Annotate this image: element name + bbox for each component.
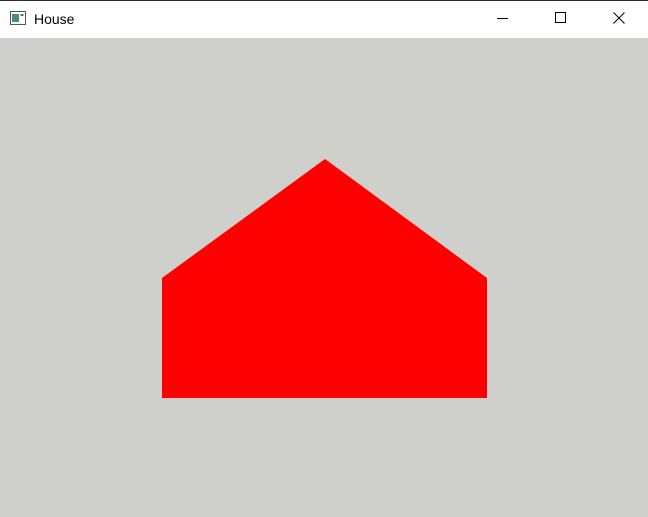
app-window-icon: [10, 11, 26, 25]
close-button[interactable]: [590, 1, 648, 38]
title-bar[interactable]: House: [0, 1, 648, 38]
minimize-icon: [497, 11, 509, 29]
minimize-button[interactable]: [474, 1, 532, 38]
maximize-icon: [555, 11, 567, 29]
maximize-button[interactable]: [532, 1, 590, 38]
drawing-canvas: [0, 38, 648, 517]
window-title: House: [34, 11, 75, 27]
house-shape: [162, 159, 487, 398]
house-drawing: [162, 159, 487, 398]
app-window: House: [0, 0, 648, 517]
close-icon: [613, 11, 625, 29]
